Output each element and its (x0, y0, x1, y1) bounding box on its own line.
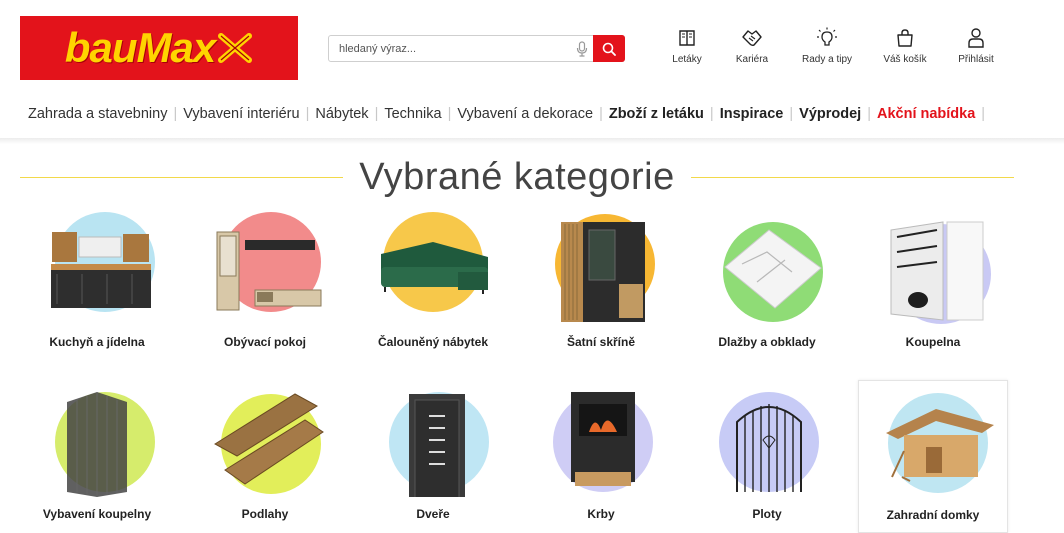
fence-gate-image (719, 392, 819, 492)
microphone-icon[interactable] (571, 36, 593, 61)
bathroom-image (890, 221, 991, 324)
nav-separator: | (447, 106, 452, 122)
category-calouneny-nabytek[interactable]: Čalouněný nábytek (358, 212, 508, 362)
header-link-label: Letáky (672, 54, 702, 65)
header-link-rady[interactable]: Rady a tipy (792, 26, 862, 65)
shopping-bag-icon (895, 26, 915, 50)
category-label: Ploty (752, 507, 782, 521)
category-kuchyn[interactable]: Kuchyň a jídelna (22, 212, 172, 362)
logo-x-mark-icon (218, 33, 253, 63)
sofa-image (381, 212, 488, 312)
category-label: Šatní skříně (566, 335, 636, 349)
category-label: Podlahy (241, 507, 289, 521)
category-label: Dveře (416, 507, 450, 521)
category-label: Obývací pokoj (223, 335, 307, 349)
header-links: Letáky Kariéra Rady a tipy Váš košík Při… (655, 26, 1025, 76)
nav-separator: | (709, 106, 714, 122)
category-podlahy[interactable]: Podlahy (190, 382, 340, 532)
nav-item-zahrada[interactable]: Zahrada a stavebniny (28, 106, 167, 122)
category-label: Krby (587, 507, 615, 521)
header-link-label: Kariéra (735, 54, 769, 65)
category-zahradni-domky[interactable]: Zahradní domky (858, 380, 1008, 533)
nav-separator: | (981, 106, 986, 122)
nav-separator: | (374, 106, 379, 122)
nav-item-vybaveni-dekorace[interactable]: Vybavení a dekorace (457, 106, 593, 122)
section-header: Vybrané kategorie (20, 152, 1015, 202)
wardrobe-image (555, 214, 655, 322)
nav-separator: | (173, 106, 178, 122)
category-label: Vybavení koupelny (42, 507, 152, 521)
category-vybaveni-koupelny[interactable]: Vybavení koupelny (22, 382, 172, 532)
lightbulb-icon (816, 26, 838, 50)
category-label: Koupelna (905, 335, 961, 349)
nav-item-zbozi-z-letaku[interactable]: Zboží z letáku (609, 106, 704, 122)
door-image (389, 392, 489, 497)
living-room-image (216, 212, 322, 312)
nav-item-vybaveni-interieru[interactable]: Vybavení interiéru (183, 106, 299, 122)
header-link-label: Váš košík (883, 54, 927, 65)
flooring-image (214, 393, 324, 494)
category-label: Zahradní domky (886, 508, 980, 522)
nav-separator: | (305, 106, 310, 122)
nav-item-technika[interactable]: Technika (384, 106, 441, 122)
search-icon (602, 42, 616, 56)
playhouse-image (886, 393, 994, 493)
user-icon (966, 26, 986, 50)
nav-item-nabytek[interactable]: Nábytek (315, 106, 368, 122)
header-link-letaky[interactable]: Letáky (652, 26, 722, 65)
search-input[interactable] (329, 36, 571, 61)
header-link-prihlasit[interactable]: Přihlásit (941, 26, 1011, 65)
category-obyvaci-pokoj[interactable]: Obývací pokoj (190, 212, 340, 362)
category-label: Čalouněný nábytek (377, 335, 489, 349)
nav-item-vyprodej[interactable]: Výprodej (799, 106, 861, 122)
title-line-right (690, 176, 1015, 178)
nav-item-inspirace[interactable]: Inspirace (720, 106, 784, 122)
header-link-kariera[interactable]: Kariéra (717, 26, 787, 65)
category-krby[interactable]: Krby (526, 382, 676, 532)
category-dlazby-obklady[interactable]: Dlažby a obklady (692, 212, 842, 362)
tile-image (723, 222, 823, 322)
header-link-label: Přihlásit (958, 54, 994, 65)
category-dvere[interactable]: Dveře (358, 382, 508, 532)
nav-separator: | (599, 106, 603, 122)
header-link-kosik[interactable]: Váš košík (870, 26, 940, 65)
header-link-label: Rady a tipy (801, 54, 853, 65)
handshake-icon (741, 26, 763, 50)
shower-image (55, 392, 155, 497)
logo-text: bauMax (64, 24, 216, 71)
search-bar (328, 35, 625, 62)
nav-divider (0, 138, 1064, 144)
nav-separator: | (789, 106, 794, 122)
page-title: Vybrané kategorie (359, 155, 675, 198)
category-label: Dlažby a obklady (718, 335, 816, 349)
category-satni-skrine[interactable]: Šatní skříně (526, 212, 676, 362)
nav-item-akcni-nabidka[interactable]: Akční nabídka (877, 106, 975, 122)
category-koupelna[interactable]: Koupelna (858, 212, 1008, 362)
main-navigation: Zahrada a stavebniny | Vybavení interiér… (28, 103, 991, 125)
title-line-left (20, 176, 344, 178)
search-button[interactable] (593, 35, 625, 62)
baumax-logo[interactable]: bauMax (20, 16, 298, 80)
nav-separator: | (867, 106, 871, 122)
kitchen-image (51, 212, 155, 312)
category-label: Kuchyň a jídelna (49, 335, 145, 349)
book-icon (677, 26, 697, 50)
stove-image (553, 392, 653, 492)
category-ploty[interactable]: Ploty (692, 382, 842, 532)
